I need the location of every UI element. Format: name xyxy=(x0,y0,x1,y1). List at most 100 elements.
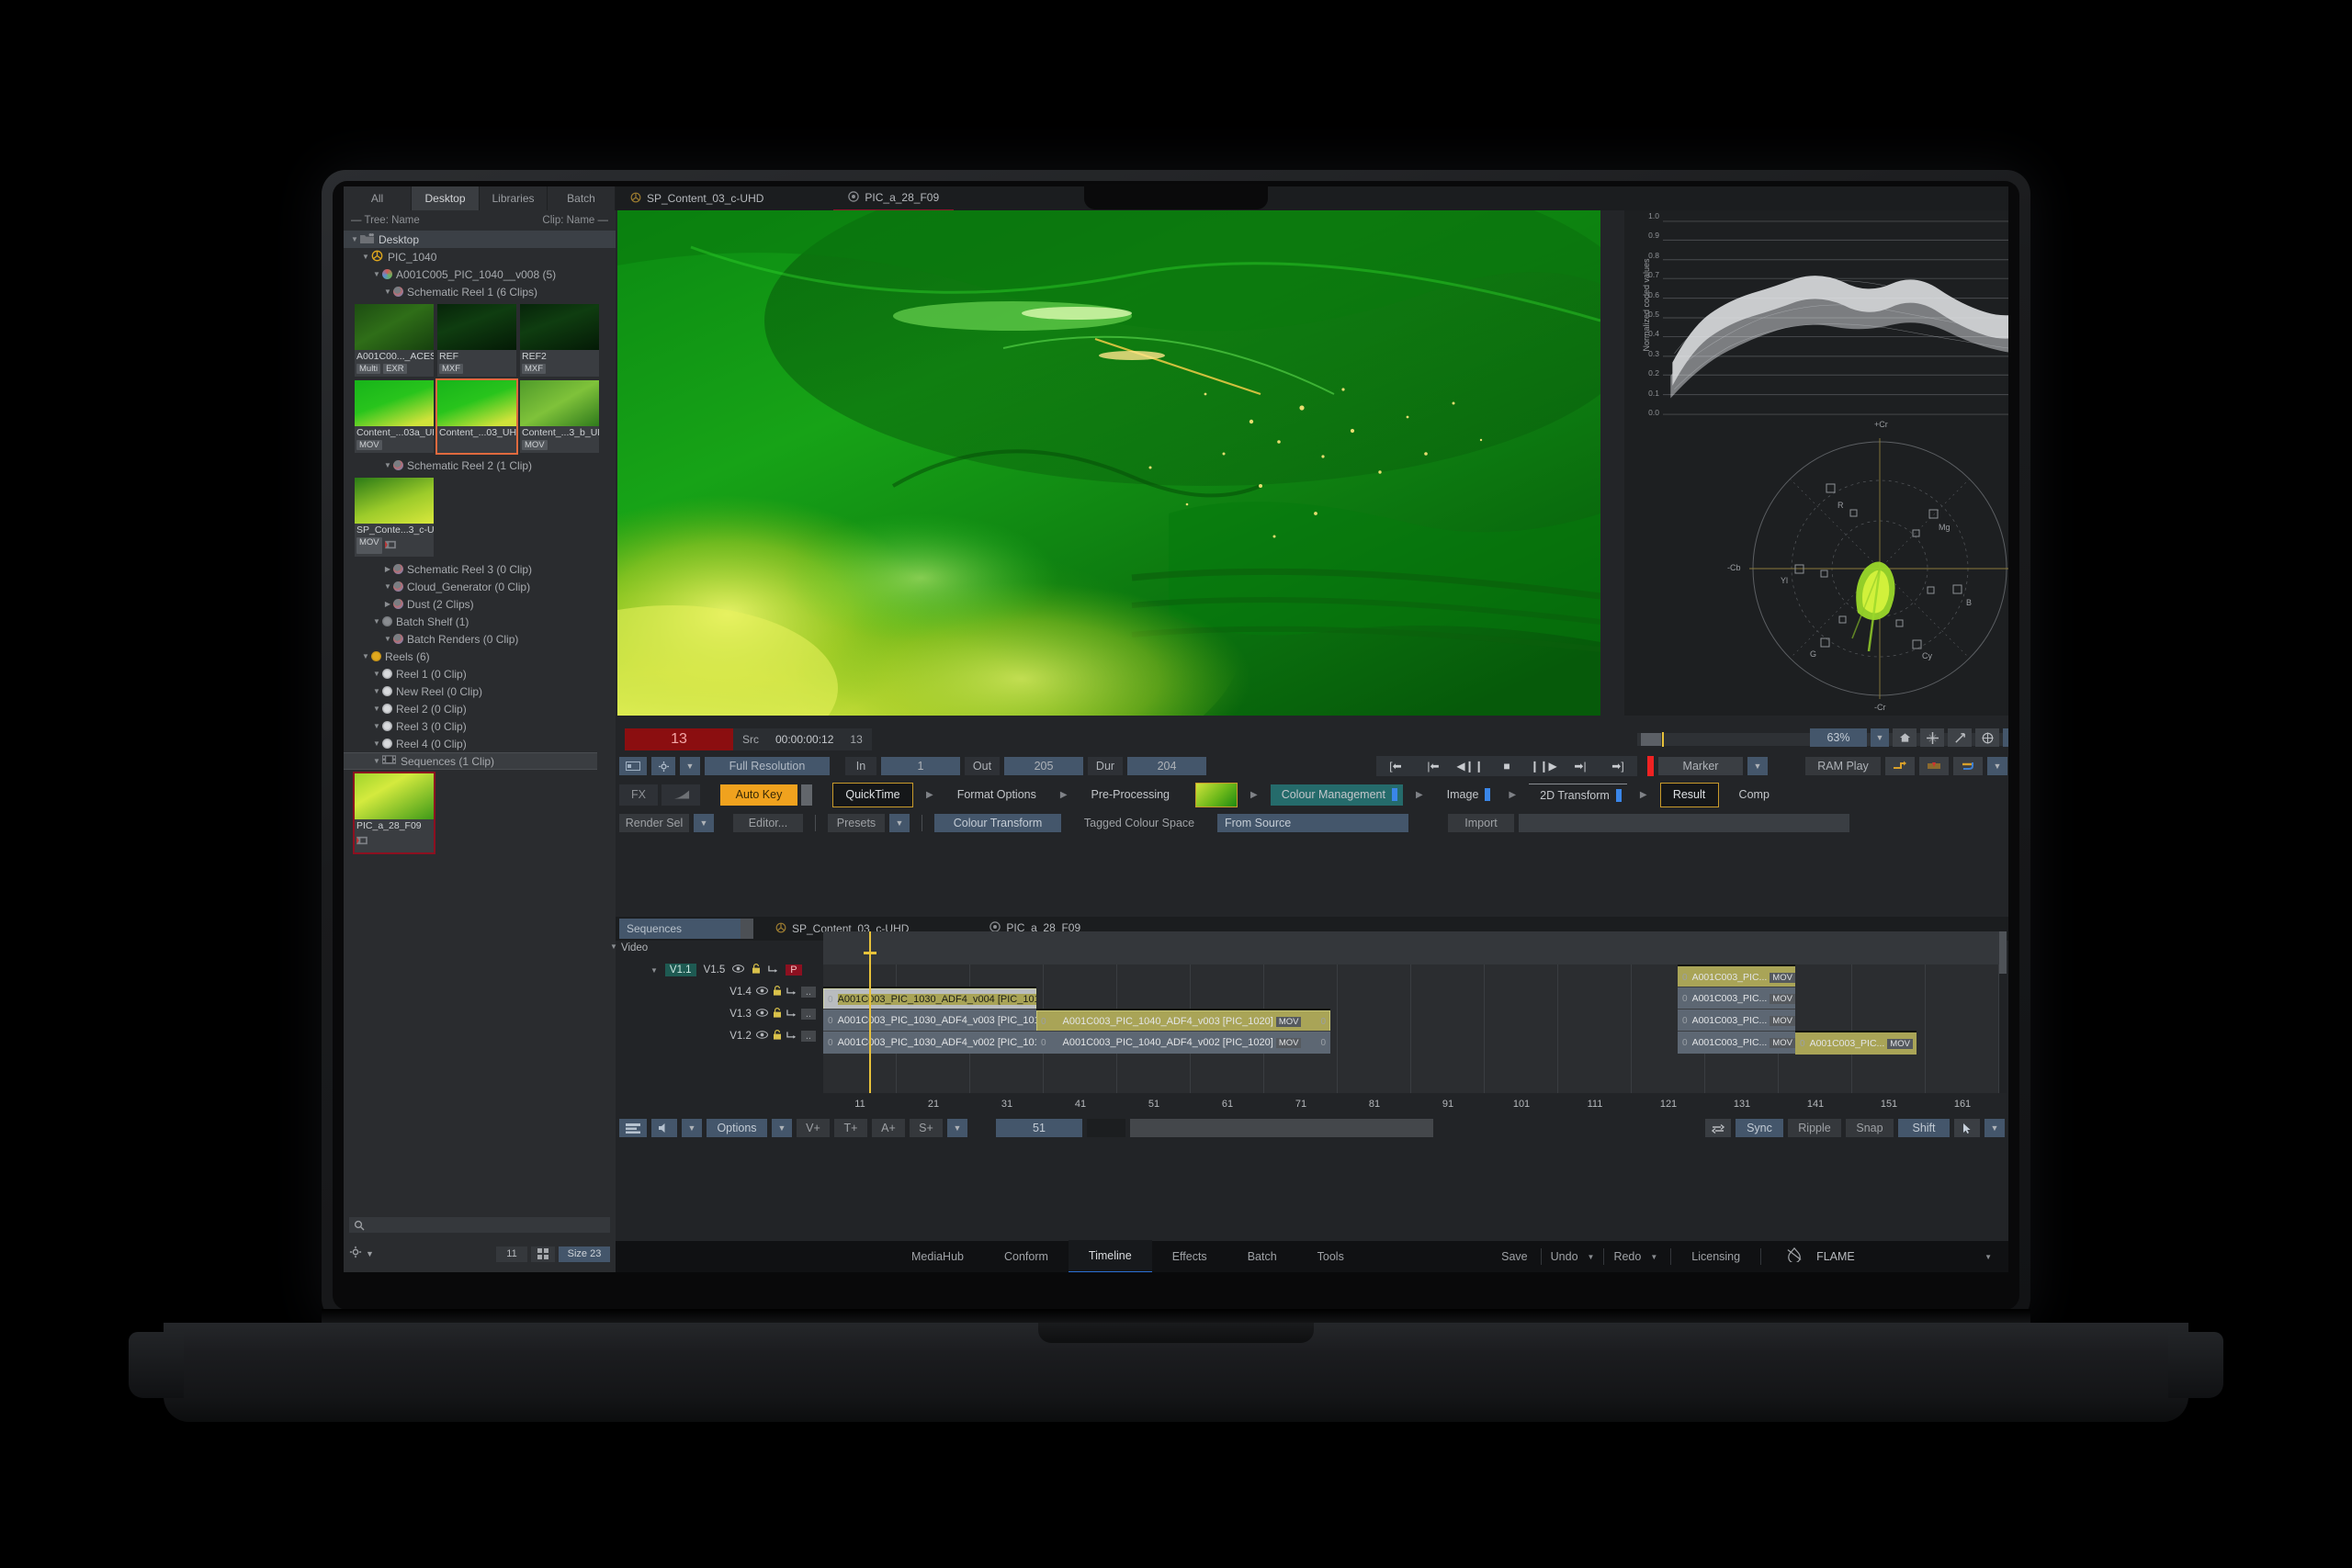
clip-head-handle[interactable]: 0 xyxy=(1036,1038,1051,1048)
editor-button[interactable]: Editor... xyxy=(733,814,803,832)
scrub-handle[interactable] xyxy=(1641,733,1661,746)
colour-transform-button[interactable]: Colour Transform xyxy=(934,814,1061,832)
clip-head-handle[interactable]: 0 xyxy=(1678,1016,1692,1026)
tree-item-batch-renders-0-clip[interactable]: ▼Batch Renders (0 Clip) xyxy=(344,630,616,648)
audio-mute-icon[interactable] xyxy=(651,1119,677,1137)
clip-head-handle[interactable]: 0 xyxy=(1678,973,1692,983)
eye-icon[interactable] xyxy=(732,964,744,976)
tree-item-schematic-reel-3-0-clip[interactable]: ▶Schematic Reel 3 (0 Clip) xyxy=(344,560,616,578)
tree-item-sequences[interactable]: ▼ Sequences (1 Clip) xyxy=(344,752,597,770)
ripple-button[interactable]: Ripple xyxy=(1788,1119,1841,1137)
timeline-clip[interactable]: 0A001C003_PIC...MOV31▶ xyxy=(1678,1009,1795,1032)
chevron-down-icon[interactable]: ▼ xyxy=(1984,1253,1992,1261)
zoom-level-field[interactable]: 63% xyxy=(1810,728,1867,747)
timeline-clip[interactable]: 0A001C003_PIC_1030_ADF4_v004 [PIC_1010]M… xyxy=(823,987,1036,1010)
chevron-down-icon[interactable]: ▼ xyxy=(382,288,393,296)
image-viewport[interactable] xyxy=(617,210,1600,716)
cycle-icon[interactable] xyxy=(1953,757,1983,775)
timeline-cursor-icon[interactable] xyxy=(1954,1119,1980,1137)
timeline-clip[interactable]: 0A001C003_PIC...MOV31▶ xyxy=(1678,1031,1795,1054)
timeline-frame-field[interactable]: 51 xyxy=(996,1119,1082,1137)
timeline-clip[interactable]: 0A001C003_PIC_1030_ADF4_v003 [PIC_1010]M… xyxy=(823,1009,1036,1032)
zoom-dropdown[interactable]: ▼ xyxy=(1871,728,1889,747)
frame-counter[interactable]: 13 xyxy=(625,728,733,750)
eye-icon[interactable] xyxy=(756,987,768,998)
eye-icon[interactable] xyxy=(756,1009,768,1020)
track-badge[interactable]: .. xyxy=(801,1031,816,1042)
shift-button[interactable]: Shift xyxy=(1898,1119,1950,1137)
loop-icon[interactable] xyxy=(1885,757,1915,775)
clip-head-handle[interactable]: 0 xyxy=(1795,1039,1810,1049)
presets-button[interactable]: Presets xyxy=(828,814,885,832)
ram-play-button[interactable]: RAM Play xyxy=(1805,757,1881,775)
tree-item-reel-4-0-clip[interactable]: ▼Reel 4 (0 Clip) xyxy=(344,735,616,752)
thumbnail-item[interactable]: A001C00..._ACEScgMultiEXR xyxy=(355,304,434,377)
auto-key-button[interactable]: Auto Key xyxy=(720,784,797,806)
chevron-down-icon[interactable]: ▼ xyxy=(382,635,393,643)
go-to-in-button[interactable]: [⬅ xyxy=(1376,757,1415,775)
redo-button[interactable]: Redo xyxy=(1604,1241,1650,1272)
module-batch[interactable]: Batch xyxy=(1227,1241,1297,1272)
snap-button[interactable]: Snap xyxy=(1846,1119,1894,1137)
module-conform[interactable]: Conform xyxy=(984,1241,1069,1272)
track-badge[interactable]: .. xyxy=(801,1009,816,1020)
marker-add-icon[interactable] xyxy=(1919,757,1949,775)
chevron-down-icon[interactable]: ▼ xyxy=(371,722,382,730)
clip-head-handle[interactable]: 0 xyxy=(823,1038,838,1048)
chevron-right-icon[interactable]: ▶ xyxy=(382,565,393,573)
add-subtitle-track-button[interactable]: S+ xyxy=(910,1119,943,1137)
go-to-end-button[interactable]: ➡| xyxy=(1562,757,1599,775)
chevron-down-icon[interactable]: ▼ xyxy=(1588,1253,1595,1261)
track-header-v1-1[interactable]: ▼ V1.1 V1.5 P xyxy=(616,959,823,981)
audio-dropdown[interactable]: ▼ xyxy=(682,1119,702,1137)
clip-tail-handle[interactable]: 0 xyxy=(1316,1038,1330,1048)
chevron-down-icon[interactable]: ▼ xyxy=(382,582,393,591)
clip-head-handle[interactable]: 0 xyxy=(823,1016,838,1026)
lock-icon[interactable] xyxy=(773,986,782,998)
play-reverse-button[interactable]: ◀❙❙ xyxy=(1452,757,1488,775)
marker-dropdown[interactable]: ▼ xyxy=(1747,757,1768,775)
timeline-canvas[interactable]: 0A001C003_PIC_1030_ADF4_v004 [PIC_1010]M… xyxy=(823,931,2001,1093)
tree-item-reel-2-0-clip[interactable]: ▼Reel 2 (0 Clip) xyxy=(344,700,616,717)
import-path-field[interactable] xyxy=(1519,814,1849,832)
timeline-zoom-bar[interactable] xyxy=(1130,1119,1433,1137)
source-timecode-group[interactable]: Src 00:00:00:12 13 xyxy=(733,728,872,750)
add-audio-track-button[interactable]: A+ xyxy=(872,1119,905,1137)
comp-button[interactable]: Comp xyxy=(1728,784,1781,806)
thumbnail-item[interactable]: SP_Conte...3_c-UHDMOV xyxy=(355,478,434,557)
tree-item-a001c005[interactable]: ▼ A001C005_PIC_1040__v008 (5) xyxy=(344,265,616,283)
search-field[interactable] xyxy=(369,1218,590,1231)
track-header-v1-2[interactable]: V1.2.. xyxy=(616,1025,823,1047)
clip-head-handle[interactable]: 0 xyxy=(823,995,838,1005)
tab-pre-processing[interactable]: Pre-Processing xyxy=(1080,784,1181,806)
thumbnail-size-slider[interactable]: Size 23 xyxy=(559,1247,610,1262)
dur-field[interactable]: 204 xyxy=(1127,757,1206,775)
tree-item-dust-2-clips[interactable]: ▶Dust (2 Clips) xyxy=(344,595,616,613)
chevron-down-icon[interactable]: ▼ xyxy=(360,652,371,660)
licensing-button[interactable]: Licensing xyxy=(1671,1241,1760,1272)
tree-item-schematic-reel-1[interactable]: ▼ Schematic Reel 1 (6 Clips) xyxy=(344,283,616,300)
browser-tab-batch[interactable]: Batch xyxy=(548,186,616,210)
chevron-down-icon[interactable]: ▼ xyxy=(371,270,382,278)
add-text-track-button[interactable]: T+ xyxy=(834,1119,867,1137)
browser-tab-all[interactable]: All xyxy=(344,186,412,210)
auto-key-handle[interactable] xyxy=(801,784,812,806)
stop-button[interactable]: ■ xyxy=(1488,757,1525,775)
tree-item-reels-6[interactable]: ▼Reels (6) xyxy=(344,648,616,665)
add-video-track-button[interactable]: V+ xyxy=(797,1119,830,1137)
timeline-frame-secondary[interactable] xyxy=(1087,1119,1125,1137)
in-field[interactable]: 1 xyxy=(881,757,960,775)
undo-button[interactable]: Undo xyxy=(1542,1241,1588,1272)
out-field[interactable]: 205 xyxy=(1004,757,1083,775)
lock-icon[interactable] xyxy=(773,1030,782,1043)
module-effects[interactable]: Effects xyxy=(1152,1241,1227,1272)
chevron-down-icon[interactable]: ▼ xyxy=(371,705,382,713)
sequences-button[interactable]: Sequences xyxy=(619,919,741,939)
tab-format-options[interactable]: Format Options xyxy=(946,784,1047,806)
chevron-down-icon[interactable]: ▼ xyxy=(650,966,658,975)
fit-icon[interactable] xyxy=(1920,728,1944,747)
chevron-down-icon[interactable]: ▼ xyxy=(360,253,371,261)
clip-head-handle[interactable]: 0 xyxy=(1678,1038,1692,1048)
chevron-down-icon[interactable]: ▼ xyxy=(371,757,382,765)
go-to-start-button[interactable]: |⬅ xyxy=(1415,757,1452,775)
